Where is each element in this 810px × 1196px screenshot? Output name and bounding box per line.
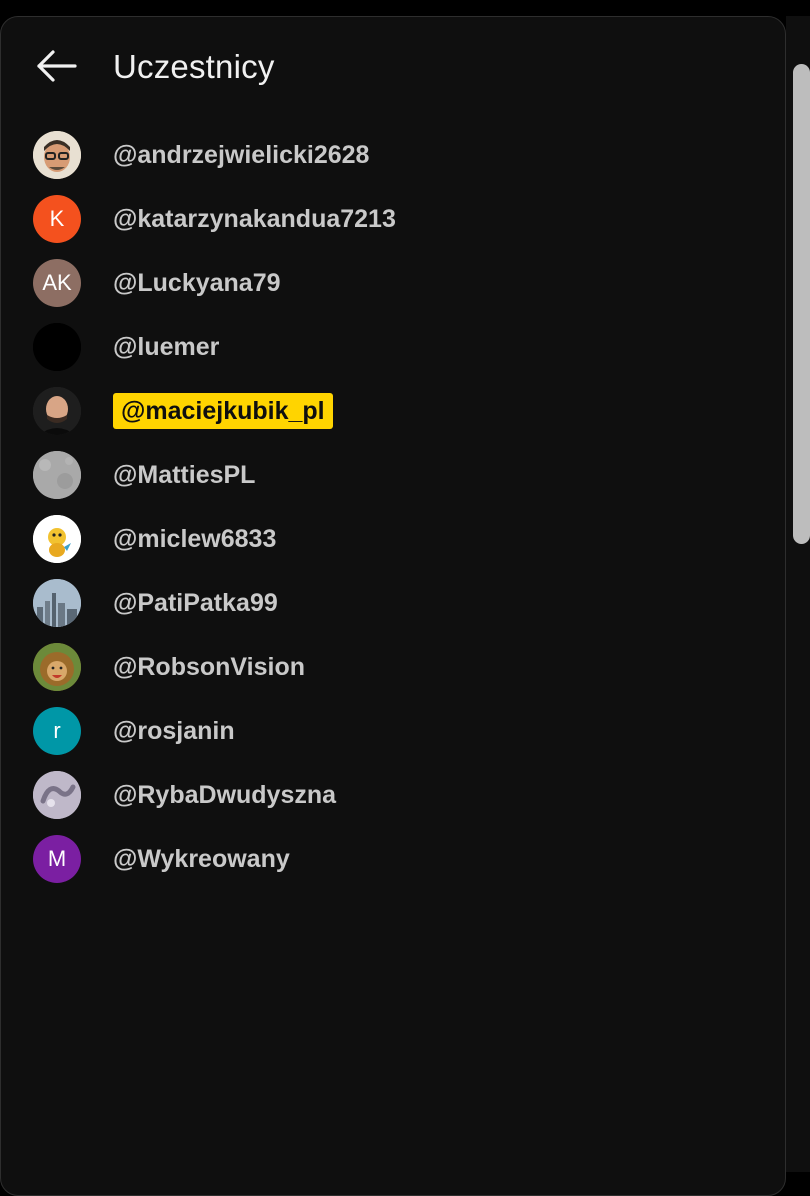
avatar[interactable] xyxy=(33,515,81,563)
participant-row[interactable]: @andrzejwielicki2628 xyxy=(1,123,785,187)
back-button[interactable] xyxy=(31,44,81,90)
avatar[interactable] xyxy=(33,771,81,819)
participant-handle[interactable]: @andrzejwielicki2628 xyxy=(113,140,369,170)
avatar-initials: M xyxy=(47,846,67,871)
avatar-initials: AK xyxy=(42,270,72,295)
scrollbar-thumb[interactable] xyxy=(793,64,810,544)
participant-handle[interactable]: @luemer xyxy=(113,332,219,362)
person-photo-glasses xyxy=(33,131,81,179)
avatar-initials: r xyxy=(53,718,61,743)
page-title: Uczestnicy xyxy=(113,48,275,85)
participant-row[interactable]: @RobsonVision xyxy=(1,635,785,699)
participant-row[interactable]: AK @Luckyana79 xyxy=(1,251,785,315)
participant-handle[interactable]: @miclew6833 xyxy=(113,524,276,554)
avatar[interactable] xyxy=(33,131,81,179)
yellow-cartoon-image xyxy=(33,515,81,563)
grey-texture-image xyxy=(33,451,81,499)
participant-handle[interactable]: @RybaDwudyszna xyxy=(113,780,336,810)
abstract-swirl-image xyxy=(33,771,81,819)
participant-handle[interactable]: @rosjanin xyxy=(113,716,235,746)
participant-handle[interactable]: @Wykreowany xyxy=(113,844,290,874)
avatar[interactable] xyxy=(33,579,81,627)
participant-handle[interactable]: @katarzynakandua7213 xyxy=(113,204,396,234)
participant-row[interactable]: @PatiPatka99 xyxy=(1,571,785,635)
black-image xyxy=(33,323,81,371)
avatar[interactable] xyxy=(33,323,81,371)
participant-row[interactable]: r @rosjanin xyxy=(1,699,785,763)
participant-handle[interactable]: @RobsonVision xyxy=(113,652,305,682)
participant-handle-highlighted[interactable]: @maciejkubik_pl xyxy=(113,393,333,429)
arrow-left-icon xyxy=(31,44,81,90)
avatar[interactable]: K xyxy=(33,195,81,243)
city-skyline-image xyxy=(33,579,81,627)
participant-handle[interactable]: @PatiPatka99 xyxy=(113,588,278,618)
avatar[interactable]: r xyxy=(33,707,81,755)
avatar-initials: K xyxy=(49,206,65,231)
participant-row[interactable]: @MattiesPL xyxy=(1,443,785,507)
avatar[interactable]: M xyxy=(33,835,81,883)
participant-row[interactable]: K @katarzynakandua7213 xyxy=(1,187,785,251)
avatar[interactable] xyxy=(33,451,81,499)
participant-handle[interactable]: @Luckyana79 xyxy=(113,268,281,298)
participant-row[interactable]: @luemer xyxy=(1,315,785,379)
avatar[interactable] xyxy=(33,643,81,691)
participant-row[interactable]: M @Wykreowany xyxy=(1,827,785,891)
avatar[interactable]: AK xyxy=(33,259,81,307)
panel-header: Uczestnicy xyxy=(1,17,785,117)
lion-image xyxy=(33,643,81,691)
avatar[interactable] xyxy=(33,387,81,435)
participants-panel: Uczestnicy @andrzejwielicki2628 K @katarzy… xyxy=(0,16,786,1196)
participant-row[interactable]: @maciejkubik_pl xyxy=(1,379,785,443)
participant-row[interactable]: @RybaDwudyszna xyxy=(1,763,785,827)
participant-list: @andrzejwielicki2628 K @katarzynakandua721… xyxy=(1,123,785,891)
participant-handle[interactable]: @MattiesPL xyxy=(113,460,255,490)
participant-row[interactable]: @miclew6833 xyxy=(1,507,785,571)
person-photo-bald xyxy=(33,387,81,435)
